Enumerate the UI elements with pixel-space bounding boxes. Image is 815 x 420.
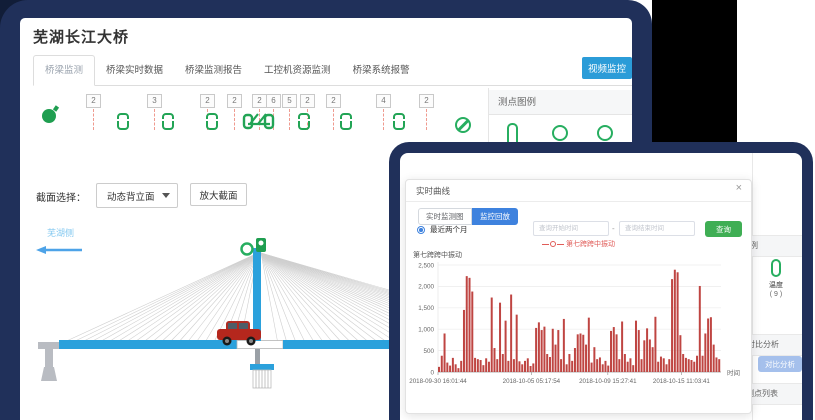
svg-text:2,000: 2,000 xyxy=(418,284,434,291)
query-end-time-input[interactable] xyxy=(619,221,695,236)
svg-text:2018-09-30 16:01:44: 2018-09-30 16:01:44 xyxy=(409,378,467,385)
svg-text:时间: 时间 xyxy=(727,368,740,377)
svg-text:500: 500 xyxy=(423,348,434,355)
recent-two-months-radio[interactable] xyxy=(417,226,425,234)
svg-text:1,500: 1,500 xyxy=(418,305,434,312)
temperature-count: ( 9 ) xyxy=(756,290,796,299)
circle-legend-icon[interactable] xyxy=(597,125,613,141)
sensor-dash-line xyxy=(289,109,290,130)
white-region xyxy=(737,0,815,143)
sensor-count-badge: 2 xyxy=(200,94,215,108)
legend-marker-icon xyxy=(542,244,549,245)
sensor-count-badge: 6 xyxy=(266,94,281,108)
compare-analysis-button[interactable]: 对比分析 xyxy=(758,356,802,372)
link-sensor-icon[interactable] xyxy=(162,113,174,130)
tab-realtime-data[interactable]: 桥梁实时数据 xyxy=(95,56,174,85)
tilt-sensor-icon xyxy=(256,238,266,252)
section-select-dropdown[interactable]: 动态背立面 xyxy=(96,183,178,208)
sensor-dash-line xyxy=(426,109,427,130)
sensor-count-badge: 5 xyxy=(282,94,297,108)
dialog-window: 测点图例 温度 ( 9 ) 对比分析 对比分析 测点列表 实时曲线 × 实时监测… xyxy=(400,153,802,420)
dialog-window-frame: 测点图例 温度 ( 9 ) 对比分析 对比分析 测点列表 实时曲线 × 实时监测… xyxy=(389,142,813,420)
svg-text:2,500: 2,500 xyxy=(418,262,434,269)
sensor-dash-line xyxy=(333,109,334,130)
sensor-count-badge: 2 xyxy=(326,94,341,108)
legend-marker-icon xyxy=(550,241,556,247)
no-entry-sensor-icon[interactable] xyxy=(455,117,471,133)
bridge-pier-hatched xyxy=(253,370,271,388)
enlarge-section-button[interactable]: 放大截面 xyxy=(190,183,247,206)
legend-panel-header: 测点图例 xyxy=(489,90,632,115)
svg-text:2018-10-05 05:17:54: 2018-10-05 05:17:54 xyxy=(503,378,561,385)
legend-series-label: 第七跨跨中振动 xyxy=(566,241,615,248)
section-select-label: 截面选择： xyxy=(36,189,86,204)
sensor-count-badge: 4 xyxy=(376,94,391,108)
compare-section-header: 对比分析 xyxy=(752,334,802,356)
bridge-tower xyxy=(253,248,261,341)
point-list-section-header: 测点列表 xyxy=(752,383,802,405)
link-sensor-icon[interactable] xyxy=(117,113,129,130)
dialog-title: 实时曲线 xyxy=(416,185,450,197)
sensor-count-badge: 2 xyxy=(227,94,242,108)
bridge-deck-left xyxy=(59,340,237,349)
legend-panel-header: 测点图例 xyxy=(752,235,802,257)
black-region xyxy=(652,0,737,143)
chevron-down-icon xyxy=(162,193,170,198)
sensor-dash-line xyxy=(383,109,384,130)
sensor-count-badge: 2 xyxy=(300,94,315,108)
sensor-count-badge: 2 xyxy=(252,94,267,108)
svg-text:0: 0 xyxy=(430,369,434,376)
sensor-dash-line xyxy=(234,109,235,130)
bridge-left-pier xyxy=(38,342,60,381)
arrow-left-icon xyxy=(36,246,82,254)
video-monitor-button[interactable]: 视频监控 xyxy=(582,57,632,79)
legend-marker-icon xyxy=(557,244,564,245)
circle-legend-icon[interactable] xyxy=(552,125,568,141)
tab-system-alarm[interactable]: 桥梁系统报警 xyxy=(342,56,421,85)
bridge-gauge-sensor-icon[interactable] xyxy=(242,110,276,130)
query-start-time-input[interactable] xyxy=(533,221,609,236)
close-icon[interactable]: × xyxy=(736,183,742,194)
tab-bar: 桥梁监测 桥梁实时数据 桥梁监测报告 工控机资源监测 桥梁系统报警 xyxy=(33,55,632,86)
temperature-label: 温度 xyxy=(756,282,796,290)
vibration-bar-chart: 2,500 2,000 1,500 1,000 500 0 2018-09-30 16:01… xyxy=(406,258,751,410)
date-range-separator: - xyxy=(612,224,615,233)
sensor-dash-line xyxy=(154,109,155,130)
link-sensor-icon[interactable] xyxy=(298,113,310,130)
panel-divider xyxy=(752,153,753,420)
svg-text:2018-10-09 15:27:41: 2018-10-09 15:27:41 xyxy=(579,378,637,385)
link-sensor-icon[interactable] xyxy=(393,113,405,130)
link-sensor-icon[interactable] xyxy=(340,113,352,130)
chart-legend: 第七跨跨中振动 xyxy=(406,239,751,249)
bridge-deck-gap xyxy=(237,341,283,349)
sensor-count-badge: 2 xyxy=(419,94,434,108)
bridge-side-label: 芜湖侧 xyxy=(47,227,74,238)
tab-monitor-playback[interactable]: 监控回放 xyxy=(472,208,518,225)
tab-ipc-resource[interactable]: 工控机资源监测 xyxy=(253,56,342,85)
thermometer-icon xyxy=(771,259,781,277)
rotation-sensor-icon xyxy=(242,244,253,255)
sensor-dash-line xyxy=(93,109,94,130)
section-select-value: 动态背立面 xyxy=(107,189,155,203)
link-sensor-icon[interactable] xyxy=(206,113,218,130)
tab-realtime-chart[interactable]: 实时监测图 xyxy=(418,208,472,225)
recent-two-months-label: 最近两个月 xyxy=(430,224,468,235)
sensor-count-badge: 2 xyxy=(86,94,101,108)
page-title: 芜湖长江大桥 xyxy=(33,26,129,47)
svg-text:1,000: 1,000 xyxy=(418,327,434,334)
query-button[interactable]: 查询 xyxy=(705,221,742,237)
stopwatch-sensor-icon[interactable] xyxy=(42,109,56,123)
realtime-curve-dialog: 实时曲线 × 实时监测图 监控回放 最近两个月 - 查询 第七跨跨中振动 第七跨… xyxy=(405,179,752,414)
tab-monitor-report[interactable]: 桥梁监测报告 xyxy=(174,56,253,85)
temperature-legend-item[interactable]: 温度 ( 9 ) xyxy=(756,259,796,299)
svg-text:2018-10-15 11:03:41: 2018-10-15 11:03:41 xyxy=(653,378,711,385)
tab-bridge-monitor[interactable]: 桥梁监测 xyxy=(33,55,95,86)
sensor-count-badge: 3 xyxy=(147,94,162,108)
dialog-titlebar xyxy=(406,180,751,202)
